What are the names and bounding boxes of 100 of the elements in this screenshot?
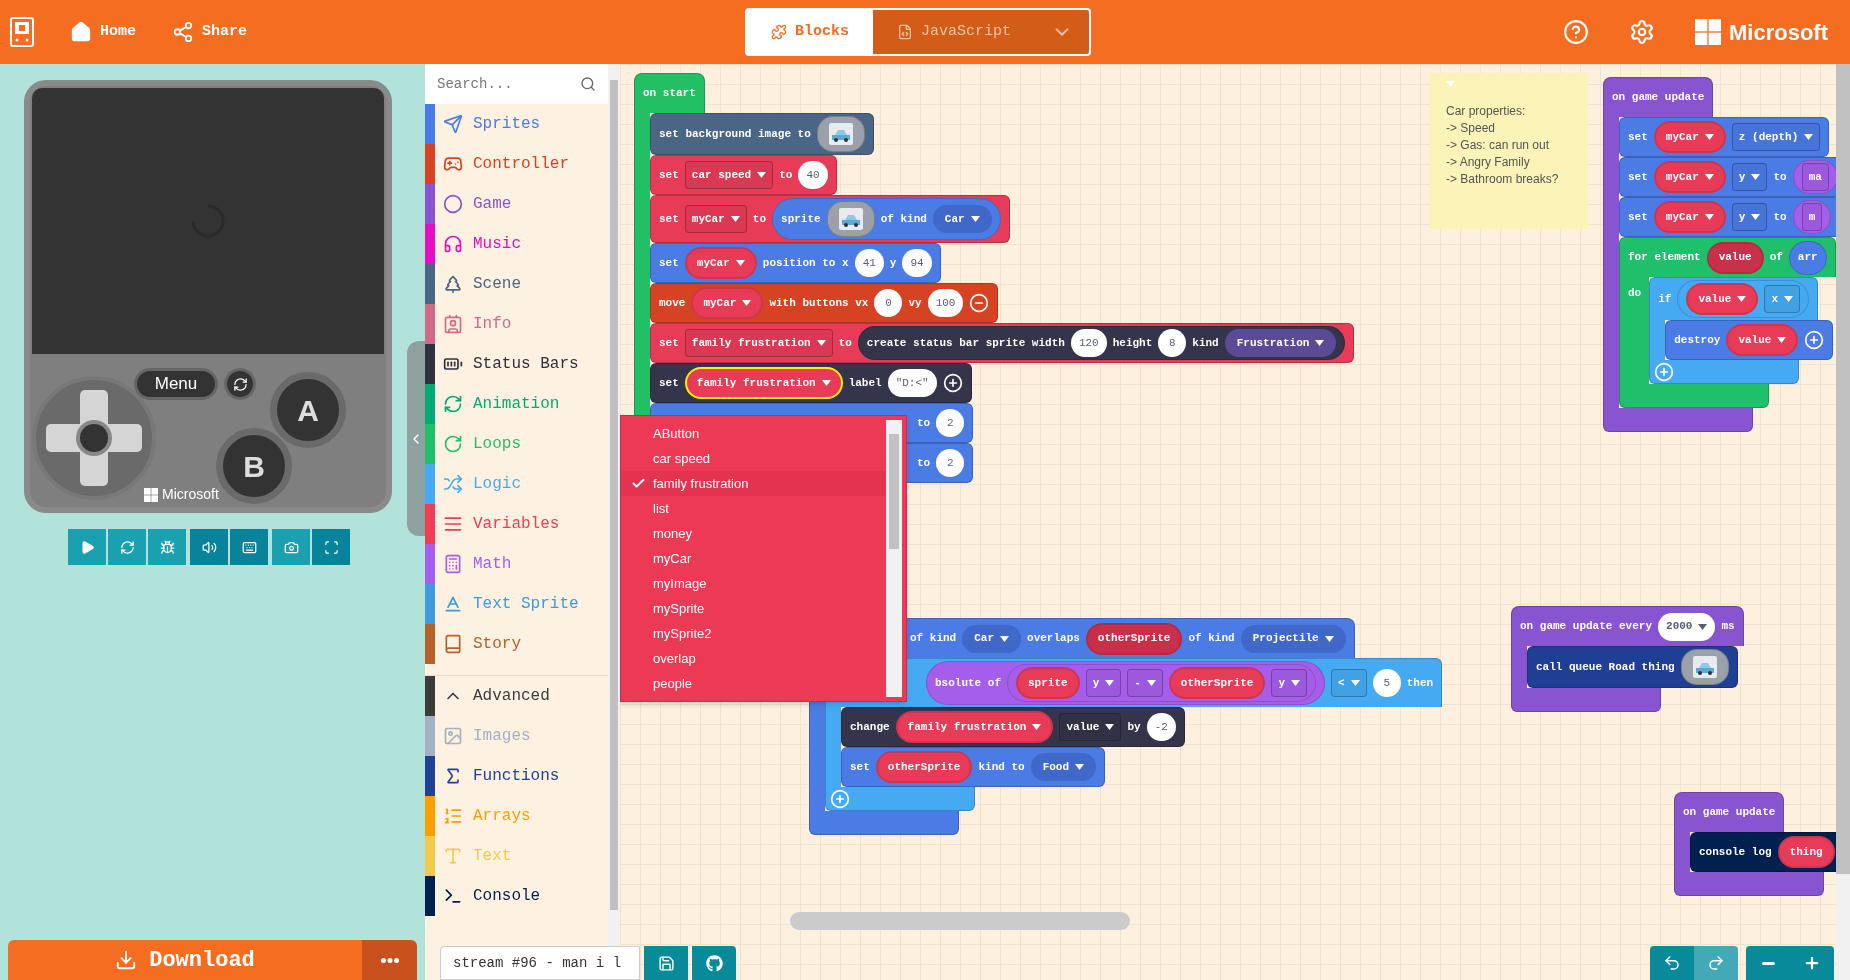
collapse-handle[interactable]	[407, 341, 425, 536]
value-field[interactable]: 0	[874, 289, 903, 317]
field-dropdown[interactable]: y	[1731, 203, 1768, 231]
field-dropdown[interactable]: y	[1085, 669, 1122, 697]
variable-dropdown[interactable]: thing	[1777, 836, 1835, 868]
value-field[interactable]: 94	[902, 249, 932, 277]
menu-item[interactable]: family frustration	[621, 471, 886, 496]
zoom-out-button[interactable]	[1746, 946, 1790, 980]
image-field[interactable]	[1680, 649, 1729, 685]
github-button[interactable]	[692, 946, 736, 980]
block-label: set	[850, 759, 870, 775]
download-button[interactable]: Download	[8, 940, 362, 980]
menu-item[interactable]: AButton	[621, 421, 886, 446]
fullscreen-button[interactable]	[312, 529, 350, 565]
value-field[interactable]: -2	[1146, 713, 1176, 741]
reset-button[interactable]	[224, 368, 256, 400]
image-field[interactable]	[826, 201, 875, 237]
vertical-scrollbar[interactable]	[1836, 64, 1850, 874]
variable-dropdown[interactable]: myCar	[684, 247, 757, 279]
variable-dropdown[interactable]: value	[1726, 324, 1799, 356]
menu-item[interactable]: people	[621, 671, 886, 696]
value-field[interactable]: 5	[1372, 669, 1401, 697]
variable-dropdown[interactable]: value	[1706, 241, 1764, 274]
remove-icon[interactable]	[969, 293, 990, 313]
variable-dropdown[interactable]: value	[1686, 283, 1759, 315]
field-dropdown[interactable]: car speed	[684, 161, 774, 189]
share-button[interactable]: Share	[172, 20, 248, 44]
image-field[interactable]	[816, 116, 865, 152]
variable-dropdown[interactable]: family frustration	[895, 711, 1054, 743]
value-field[interactable]: 2	[936, 409, 965, 437]
add-icon[interactable]	[942, 373, 963, 393]
variable-dropdown[interactable]: myCar	[1653, 121, 1726, 153]
undo-button[interactable]	[1650, 946, 1694, 980]
caret-icon	[1350, 680, 1360, 686]
value-field[interactable]: 41	[854, 249, 884, 277]
variable-dropdown[interactable]: otherSprite	[1085, 622, 1183, 655]
value-field[interactable]: 8	[1158, 329, 1187, 357]
field-dropdown[interactable]: -	[1127, 669, 1163, 697]
value-field[interactable]: 120	[1070, 329, 1107, 357]
a-button[interactable]: A	[270, 372, 346, 448]
keyboard-button[interactable]	[230, 529, 268, 565]
settings-icon[interactable]	[1629, 19, 1655, 45]
variable-dropdown[interactable]: family frustration	[684, 367, 843, 399]
variable-dropdown[interactable]: myCar	[1653, 161, 1726, 193]
menu-item[interactable]: overlap	[621, 646, 886, 671]
field-dropdown[interactable]: value	[1059, 713, 1122, 741]
field-dropdown[interactable]: ma	[1801, 163, 1829, 191]
menu-item[interactable]: list	[621, 496, 886, 521]
menu-button[interactable]: Menu	[134, 368, 218, 400]
scrollbar-thumb[interactable]	[889, 434, 899, 549]
field-dropdown[interactable]: x	[1764, 285, 1801, 313]
menu-item[interactable]: car speed	[621, 446, 886, 471]
search-field[interactable]: Search...	[425, 64, 608, 104]
value-field[interactable]: 40	[798, 161, 828, 189]
zoom-in-icon	[1803, 954, 1821, 972]
home-button[interactable]: Home	[70, 20, 136, 44]
scrollbar-thumb[interactable]	[610, 80, 618, 910]
caret-icon	[1704, 134, 1714, 140]
value-field[interactable]: 100	[927, 289, 964, 317]
project-name-field[interactable]: stream #96 - man i l	[440, 946, 640, 980]
menu-item[interactable]: myImage	[621, 571, 886, 596]
field-dropdown[interactable]: <	[1331, 669, 1367, 697]
field-dropdown[interactable]: m	[1801, 203, 1823, 231]
horizontal-scrollbar[interactable]	[790, 912, 1130, 930]
field-dropdown[interactable]: z (depth)	[1731, 123, 1821, 151]
redo-button[interactable]	[1694, 946, 1738, 980]
zoom-in-button[interactable]	[1790, 946, 1834, 980]
menu-item[interactable]: mySprite	[621, 596, 886, 621]
camera-button[interactable]	[272, 529, 310, 565]
kind-dropdown[interactable]: Frustration	[1224, 329, 1337, 357]
kind-dropdown[interactable]: Car	[962, 624, 1022, 653]
bug-button[interactable]	[148, 529, 186, 565]
restart-button[interactable]	[108, 529, 146, 565]
microsoft-logo[interactable]: Microsoft	[1695, 15, 1828, 49]
value-field[interactable]: 2	[936, 449, 965, 477]
kind-dropdown[interactable]: Food	[1030, 753, 1097, 781]
help-icon[interactable]	[1563, 19, 1589, 45]
variable-dropdown[interactable]: otherSprite	[875, 751, 973, 783]
value-field[interactable]: "D:<"	[887, 369, 937, 397]
editor-tab[interactable]: Blocks	[747, 10, 873, 54]
field-dropdown[interactable]: family frustration	[684, 329, 833, 357]
field-dropdown[interactable]: y	[1731, 163, 1768, 191]
field-dropdown[interactable]: myCar	[684, 205, 747, 233]
menu-item[interactable]: myCar	[621, 546, 886, 571]
more-button[interactable]	[362, 940, 417, 980]
variable-dropdown[interactable]: myCar	[1653, 201, 1726, 233]
field-dropdown[interactable]: y	[1271, 669, 1308, 697]
arcade-logo-icon[interactable]	[10, 17, 34, 47]
number-dropdown[interactable]: 2000	[1658, 612, 1716, 641]
save-button[interactable]	[644, 946, 688, 980]
kind-dropdown[interactable]: Projectile	[1240, 624, 1346, 653]
menu-item[interactable]: mySprite2	[621, 621, 886, 646]
menu-item[interactable]: money	[621, 521, 886, 546]
play-button[interactable]	[68, 529, 106, 565]
kind-dropdown[interactable]: Car	[932, 205, 992, 233]
variable-dropdown[interactable]: otherSprite	[1168, 667, 1266, 699]
letter-a-icon	[443, 594, 463, 614]
variable-dropdown[interactable]: myCar	[691, 287, 764, 319]
sound-button[interactable]	[190, 529, 228, 565]
variable-dropdown[interactable]: sprite	[1016, 667, 1080, 699]
